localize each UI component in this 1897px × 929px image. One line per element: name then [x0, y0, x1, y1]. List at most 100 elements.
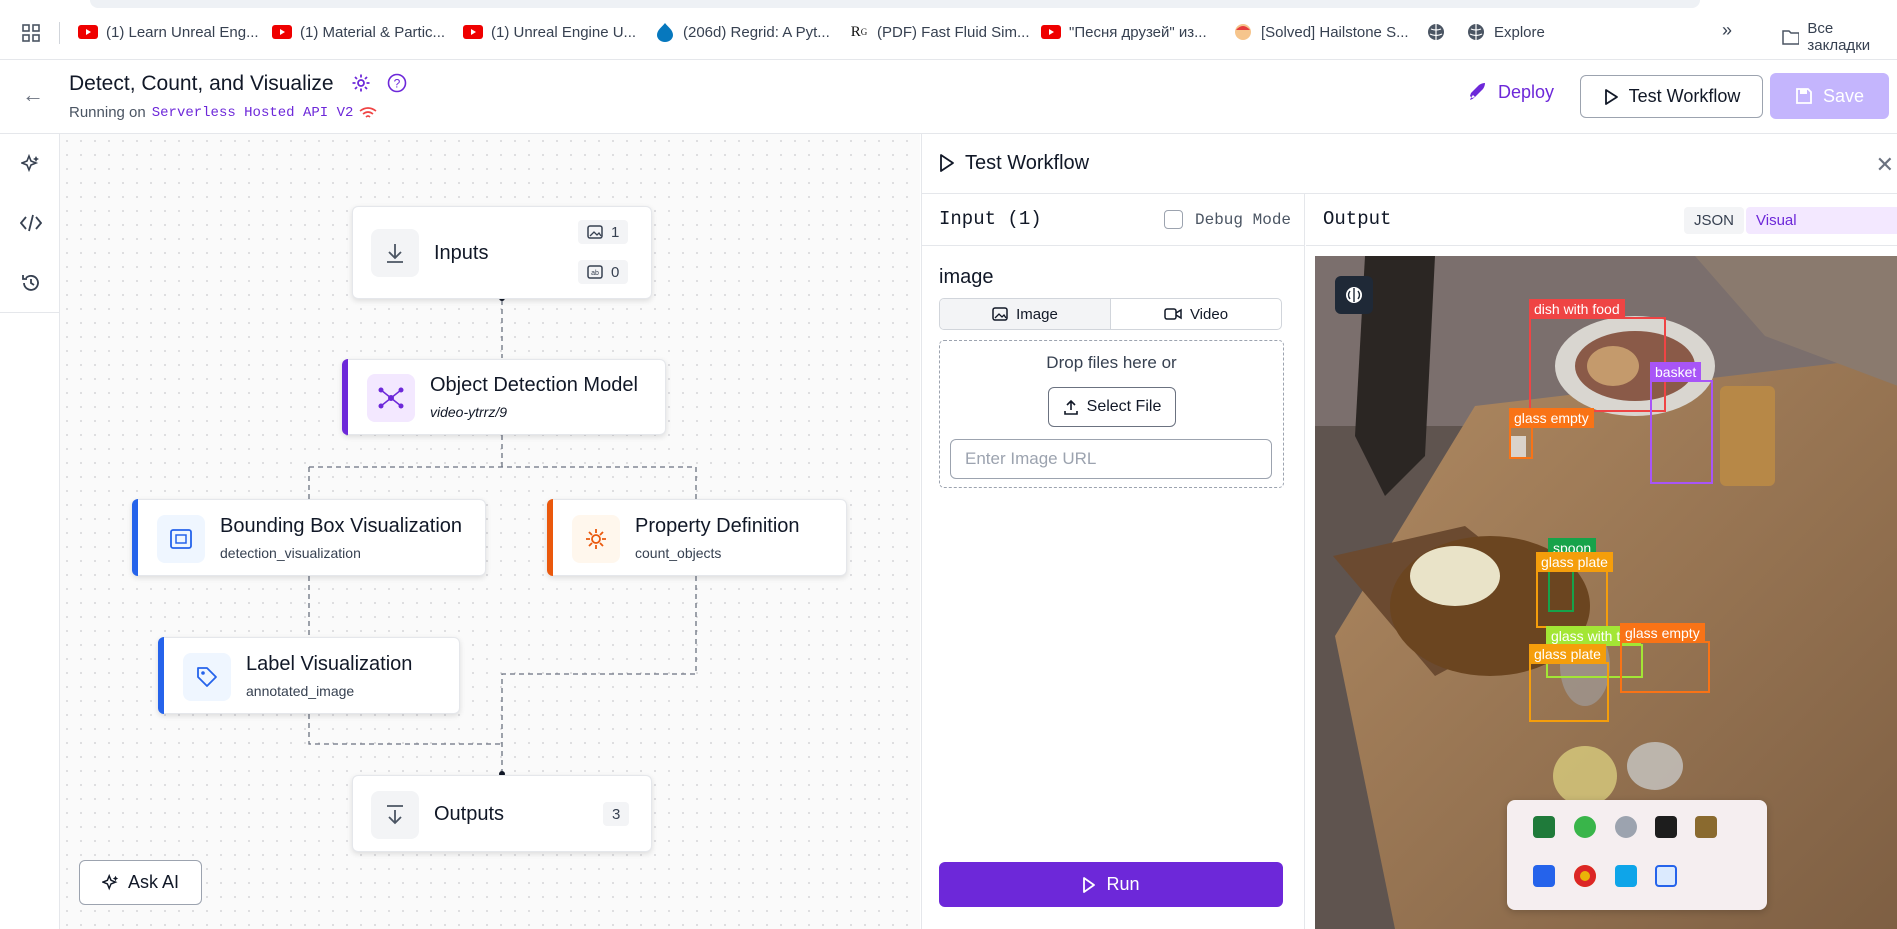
tab-visual[interactable]: Visual	[1746, 207, 1897, 234]
running-on-status: Running on Serverless Hosted API V2	[69, 104, 377, 121]
all-bookmarks-label: Все закладки	[1807, 20, 1871, 54]
debug-label: Debug Mode	[1195, 210, 1292, 229]
bookmark-item[interactable]: (206d) Regrid: A Pyt...	[655, 20, 830, 44]
bookmark-label: (1) Learn Unreal Eng...	[106, 23, 259, 41]
property-definition-node[interactable]: Property Definition count_objects	[547, 499, 847, 576]
image-icon	[587, 225, 603, 239]
video-icon	[1164, 308, 1182, 320]
all-bookmarks-folder[interactable]: Все закладки	[1782, 20, 1897, 54]
save-button[interactable]: Save	[1770, 73, 1889, 119]
debug-mode-toggle[interactable]: Debug Mode	[1164, 210, 1291, 229]
bookmark-label: (206d) Regrid: A Pyt...	[683, 23, 830, 41]
cube-icon[interactable]	[1615, 816, 1637, 838]
deploy-button[interactable]: Deploy	[1462, 70, 1560, 114]
param-count-value: 0	[611, 263, 620, 281]
bookmark-label: [Solved] Hailstone S...	[1261, 23, 1409, 41]
image-icon	[992, 307, 1008, 321]
debug-checkbox[interactable]	[1164, 210, 1183, 229]
node-title: Property Definition	[635, 515, 800, 537]
test-workflow-button[interactable]: Test Workflow	[1580, 75, 1763, 118]
bookmark-item[interactable]: "Песня друзей" из...	[1041, 20, 1207, 44]
outputs-node[interactable]: Outputs 3	[352, 775, 652, 852]
running-prefix: Running on	[69, 104, 146, 121]
back-arrow-icon[interactable]: ←	[22, 82, 44, 108]
bookmark-label: (1) Unreal Engine U...	[491, 23, 637, 41]
run-label: Run	[1106, 874, 1140, 894]
run-button[interactable]: Run	[939, 862, 1283, 907]
sparkle-icon	[101, 873, 119, 890]
bookmark-label: Explore	[1494, 23, 1545, 41]
node-title: Bounding Box Visualization	[220, 515, 463, 537]
snipping-tool-icon[interactable]	[1655, 865, 1677, 887]
chrome-icon[interactable]	[1574, 865, 1596, 887]
select-file-button[interactable]: Select File	[1048, 387, 1176, 427]
sparkle-ai-icon[interactable]	[20, 153, 42, 175]
security-shield-icon[interactable]	[1533, 865, 1555, 887]
input-column: Input (1) Debug Mode image Image Video D…	[922, 194, 1305, 929]
node-title: Outputs	[434, 803, 505, 825]
output-header-title: Output	[1323, 208, 1392, 230]
avatar-icon	[1233, 22, 1253, 42]
node-subtitle: video-ytrrz/9	[430, 404, 508, 420]
ask-ai-button[interactable]: Ask AI	[79, 860, 202, 905]
drop-text: Drop files here or	[1046, 353, 1177, 372]
label-visualization-node[interactable]: Label Visualization annotated_image	[158, 637, 460, 714]
bookmark-item[interactable]: (1) Learn Unreal Eng...	[78, 20, 259, 44]
select-file-label: Select File	[1086, 398, 1162, 415]
code-icon[interactable]	[20, 212, 42, 234]
workflow-canvas[interactable]: Inputs 1 ab 0 Object Detection Model vide…	[60, 134, 920, 929]
node-accent	[132, 499, 138, 576]
tab-video[interactable]: Video	[1111, 299, 1281, 329]
file-drop-zone[interactable]: Drop files here or Select File Enter Ima…	[939, 340, 1284, 488]
node-title: Inputs	[434, 242, 489, 264]
upload-icon	[1063, 399, 1078, 415]
node-accent	[158, 637, 164, 714]
youtube-icon	[463, 22, 483, 42]
bookmark-item[interactable]: (1) Unreal Engine U...	[463, 20, 636, 44]
tab-image[interactable]: Image	[940, 299, 1111, 329]
running-target[interactable]: Serverless Hosted API V2	[152, 105, 354, 121]
input-header-title: Input (1)	[939, 208, 1042, 230]
help-icon[interactable]: ?	[387, 73, 407, 93]
gear-icon[interactable]	[351, 73, 371, 93]
param-input-count: ab 0	[578, 260, 629, 284]
bookmark-item[interactable]: Explore	[1466, 20, 1545, 44]
close-icon[interactable]: ✕	[1876, 152, 1894, 178]
bookmark-item[interactable]: RG (PDF) Fast Fluid Sim...	[849, 20, 1030, 44]
media-type-tabs: Image Video	[939, 298, 1282, 330]
window-app-icon[interactable]	[1615, 865, 1637, 887]
test-workflow-label: Test Workflow	[1628, 86, 1741, 106]
inputs-node[interactable]: Inputs 1 ab 0	[352, 206, 652, 299]
tag-icon	[183, 653, 231, 701]
tray-tool-icon[interactable]	[1695, 816, 1717, 838]
bookmark-item[interactable]: (1) Material & Partic...	[272, 20, 445, 44]
property-gear-icon	[572, 515, 620, 563]
field-name: image	[939, 266, 994, 288]
panel-title: Test Workflow	[965, 152, 1090, 174]
save-label: Save	[1822, 85, 1865, 106]
bounding-box-visualization-node[interactable]: Bounding Box Visualization detection_vis…	[132, 499, 486, 576]
download-icon	[371, 229, 419, 277]
youtube-icon	[1041, 22, 1061, 42]
rocket-icon	[1470, 83, 1485, 100]
play-icon	[1604, 88, 1618, 105]
bookmark-item[interactable]: [Solved] Hailstone S...	[1233, 20, 1409, 44]
nvidia-icon[interactable]	[1655, 816, 1677, 838]
svg-text:ab: ab	[591, 270, 599, 277]
node-title: Object Detection Model	[430, 374, 638, 396]
floppy-icon	[1796, 88, 1812, 104]
image-url-input[interactable]: Enter Image URL	[950, 439, 1272, 479]
kaspersky-icon[interactable]	[1574, 816, 1596, 838]
output-count-badge: 3	[603, 802, 630, 826]
tab-json[interactable]: JSON	[1684, 207, 1745, 234]
globe-icon	[1426, 22, 1446, 42]
tab-image-label: Image	[1016, 305, 1058, 323]
bookmark-item[interactable]	[1426, 20, 1446, 44]
tray-app-icon[interactable]	[1533, 816, 1555, 838]
history-icon[interactable]	[20, 272, 42, 294]
address-bar-edge	[90, 0, 1700, 8]
apps-grid-icon[interactable]	[22, 24, 40, 42]
bookmarks-overflow-button[interactable]: »	[1722, 20, 1732, 41]
object-detection-node[interactable]: Object Detection Model video-ytrrz/9	[342, 359, 666, 435]
rail-divider	[0, 312, 60, 313]
